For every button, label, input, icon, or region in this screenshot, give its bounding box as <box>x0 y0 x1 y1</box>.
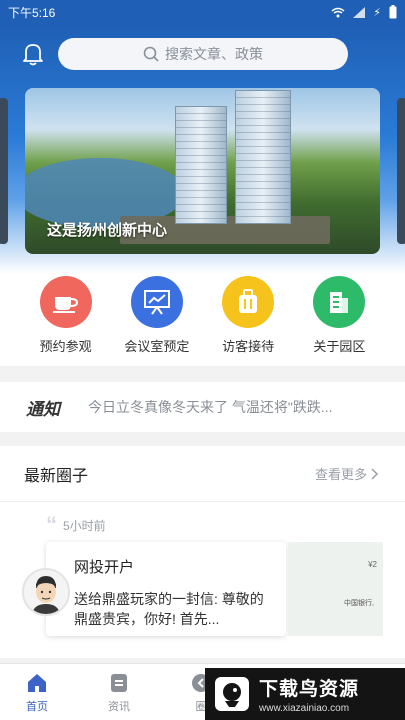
notice-bar[interactable]: 通知 今日立冬真像冬天来了 气温还将"跌跌... <box>0 382 405 432</box>
wifi-icon <box>331 7 345 17</box>
watermark-url: www.xiazainiao.com <box>259 703 350 714</box>
charging-icon: ⚡ <box>373 6 381 19</box>
user-cartoon-icon <box>24 570 68 614</box>
search-bar[interactable]: 搜索文章、政策 <box>58 38 348 70</box>
quote-icon: “ <box>46 512 57 537</box>
watermark-title: 下载鸟资源 <box>259 679 360 700</box>
banner-tower-right <box>235 90 291 224</box>
quick-action-about-park[interactable]: 关于园区 <box>299 274 379 366</box>
thumb-text: ¥2 <box>368 560 377 569</box>
watermark-overlay: 下载鸟资源 www.xiazainiao.com <box>205 668 405 720</box>
status-bar: 下午5:16 ⚡ <box>0 0 405 24</box>
quick-action-label: 预约参观 <box>39 339 92 354</box>
search-icon <box>143 46 159 62</box>
coffee-cup-icon <box>52 297 78 313</box>
post-thumbnail[interactable]: ¥2 中国银行, <box>288 542 383 636</box>
post-card[interactable]: 网投开户 送给鼎盛玩家的一封信: 尊敬的鼎盛贵宾，你好! 首先... <box>46 542 286 636</box>
chevron-right-icon <box>371 467 379 480</box>
quick-action-circle <box>222 276 275 328</box>
quick-action-label: 会议室预定 <box>124 339 190 354</box>
banner-tower-left <box>175 106 227 224</box>
building-icon <box>330 292 349 313</box>
banner-caption: 这是扬州创新中心 <box>47 222 168 239</box>
circle-header: 最新圈子 查看更多 <box>0 446 405 502</box>
banner-carousel[interactable]: 这是扬州创新中心 <box>25 88 380 254</box>
post-body: 送给鼎盛玩家的一封信: 尊敬的鼎盛贵宾，你好! 首先... <box>74 591 264 627</box>
bird-logo <box>215 677 249 711</box>
notice-text: 今日立冬真像冬天来了 气温还将"跌跌... <box>88 399 333 415</box>
post-time: 5小时前 <box>63 518 106 533</box>
notice-tag: 通知 <box>26 399 60 419</box>
latest-circle-section: 最新圈子 查看更多 “ 5小时前 网投开户 送给鼎盛玩家的一封信: 尊敬的鼎盛贵… <box>0 446 405 658</box>
thumb-text: 中国银行, <box>344 600 374 607</box>
home-icon <box>28 674 46 692</box>
tab-home[interactable]: 首页 <box>26 672 48 714</box>
carousel-next-peek[interactable] <box>397 98 405 244</box>
bell-icon[interactable] <box>22 42 44 66</box>
avatar[interactable] <box>22 568 70 616</box>
presentation-board-icon <box>143 290 170 315</box>
view-more-link[interactable]: 查看更多 <box>315 464 379 483</box>
post-title: 网投开户 <box>74 559 135 576</box>
quick-action-label: 访客接待 <box>222 339 275 354</box>
status-time: 下午5:16 <box>8 5 56 20</box>
quick-action-meeting-room[interactable]: 会议室预定 <box>117 274 197 366</box>
signal-icon <box>353 6 366 18</box>
quick-action-label: 关于园区 <box>313 339 366 354</box>
status-icons: ⚡ <box>331 5 397 19</box>
quick-action-reception[interactable]: 访客接待 <box>208 274 288 366</box>
quick-actions: 预约参观 会议室预定 访客接待 关于园区 <box>0 274 405 366</box>
battery-icon <box>389 5 397 19</box>
post-time-row: “ 5小时前 <box>46 514 106 536</box>
hero-section: 搜索文章、政策 这是扬州创新中心 <box>0 24 405 274</box>
news-icon <box>111 674 127 692</box>
carousel-prev-peek[interactable] <box>0 98 8 244</box>
luggage-icon <box>239 289 258 313</box>
quick-action-circle <box>130 276 183 328</box>
quick-action-circle <box>313 276 366 328</box>
quick-action-visit[interactable]: 预约参观 <box>26 274 106 366</box>
tab-label: 首页 <box>26 701 48 713</box>
quick-action-circle <box>39 276 92 328</box>
circle-title: 最新圈子 <box>24 467 89 485</box>
view-more-label: 查看更多 <box>314 467 367 482</box>
search-placeholder: 搜索文章、政策 <box>165 46 263 62</box>
watermark-text: 下载鸟资源 www.xiazainiao.com <box>259 674 359 714</box>
tab-label: 资讯 <box>108 701 130 713</box>
tab-news[interactable]: 资讯 <box>108 672 130 714</box>
